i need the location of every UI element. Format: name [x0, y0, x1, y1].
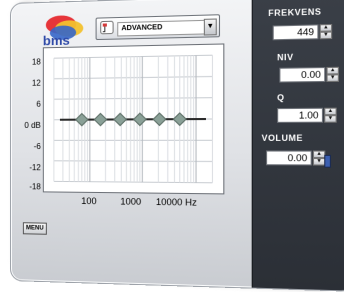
eq-curve-plot[interactable] — [44, 45, 223, 194]
niv-value[interactable]: 0.00 — [279, 67, 325, 83]
eq-graph[interactable] — [43, 43, 225, 194]
gridline-h — [54, 181, 213, 182]
gridline-h — [54, 55, 213, 58]
x-tick-label: 10000 Hz — [156, 197, 197, 208]
x-tick-label: 1000 — [120, 196, 141, 207]
q-stepper[interactable]: 1.00 ▲▼ — [277, 108, 337, 123]
frekvens-stepper[interactable]: 449 ▲▼ — [273, 24, 333, 40]
preset-dropdown[interactable]: ADVANCED ▼ — [96, 14, 220, 40]
control-panel: FREKVENS 449 ▲▼ NIV 0.00 ▲▼ Q 1.00 ▲▼ VO… — [252, 0, 344, 291]
decrement-icon[interactable]: ▼ — [324, 115, 336, 123]
y-tick-label: -6 — [17, 142, 41, 151]
y-tick-label: -18 — [17, 182, 41, 191]
q-value[interactable]: 1.00 — [277, 108, 323, 123]
increment-icon[interactable]: ▲ — [324, 108, 336, 116]
volume-value[interactable]: 0.00 — [266, 150, 312, 165]
decrement-icon[interactable]: ▼ — [320, 31, 332, 39]
volume-stepper[interactable]: 0.00 ▲▼ — [266, 150, 325, 165]
q-label: Q — [277, 92, 344, 103]
eq-band-node[interactable] — [114, 113, 126, 125]
gridline-h — [54, 98, 213, 100]
gridline-h — [54, 76, 213, 78]
preset-icon — [100, 20, 114, 35]
eq-band-node[interactable] — [94, 113, 106, 125]
y-tick-label: 0 dB — [17, 121, 41, 130]
eq-band-node[interactable] — [76, 114, 88, 126]
volume-label: VOLUME — [262, 133, 344, 143]
x-tick-label: 100 — [81, 196, 96, 206]
y-tick-label: 18 — [17, 57, 41, 66]
preset-value: ADVANCED — [117, 20, 207, 37]
gridline-h — [54, 161, 213, 162]
equalizer-window: bms ADVANCED ▼ 18 12 6 0 dB -6 -12 -18 1… — [10, 0, 344, 292]
y-tick-label: 6 — [17, 100, 41, 109]
frekvens-value[interactable]: 449 — [273, 24, 319, 40]
niv-label: NIV — [277, 51, 344, 62]
decrement-icon[interactable]: ▼ — [326, 74, 339, 82]
eq-band-node[interactable] — [134, 113, 147, 125]
chevron-down-icon[interactable]: ▼ — [204, 18, 217, 35]
niv-stepper[interactable]: 0.00 ▲▼ — [279, 67, 339, 83]
eq-band-node[interactable] — [153, 113, 166, 125]
menu-button[interactable]: MENU — [23, 222, 47, 235]
y-tick-label: 12 — [17, 79, 41, 88]
frekvens-label: FREKVENS — [268, 6, 344, 18]
volume-level-indicator — [324, 155, 331, 168]
y-tick-label: -12 — [17, 163, 41, 172]
